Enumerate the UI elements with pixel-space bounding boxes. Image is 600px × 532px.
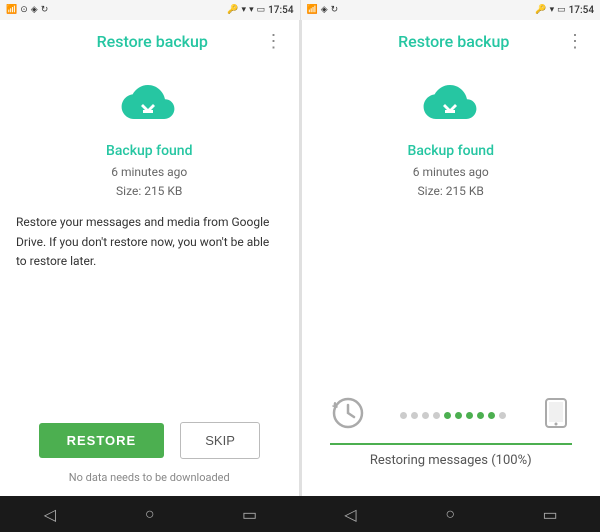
left-backup-meta: 6 minutes ago Size: 215 KB: [111, 163, 187, 201]
progress-dots: [374, 412, 533, 419]
progress-dot-8: [488, 412, 495, 419]
skip-button[interactable]: SKIP: [180, 422, 260, 459]
restoring-label: Restoring messages (100%): [370, 453, 532, 468]
home-button-right[interactable]: ○: [430, 504, 470, 524]
signal-icon-right: ▾: [550, 5, 555, 15]
home-button-left[interactable]: ○: [130, 504, 170, 524]
cloud-upload-icon-left: [121, 79, 177, 127]
screen-divider: [300, 20, 301, 496]
progress-dot-9: [499, 412, 506, 419]
progress-dot-1: [411, 412, 418, 419]
left-meta-line2: Size: 215 KB: [111, 182, 187, 201]
left-screen-title: Restore backup: [40, 32, 265, 51]
recent-button-right[interactable]: ▭: [530, 505, 570, 524]
restore-button[interactable]: RESTORE: [39, 423, 165, 458]
progress-area: Restoring messages (100%): [318, 395, 585, 468]
signal-icon-left: ▾: [242, 5, 247, 15]
progress-dot-3: [433, 412, 440, 419]
key-icon-left: 🔑: [227, 5, 238, 15]
progress-dot-5: [455, 412, 462, 419]
wifi-status-left: ▾: [249, 5, 254, 15]
left-meta-line1: 6 minutes ago: [111, 163, 187, 182]
right-backup-meta: 6 minutes ago Size: 215 KB: [413, 163, 489, 201]
left-screen: Restore backup ⋮ Backup found 6 minutes …: [0, 20, 299, 496]
wifi-icon: ⊙: [20, 5, 28, 15]
right-screen-title: Restore backup: [342, 32, 567, 51]
left-backup-found: Backup found: [106, 143, 192, 159]
progress-dot-7: [477, 412, 484, 419]
right-meta-line1: 6 minutes ago: [413, 163, 489, 182]
left-status-icons-right: 📶 ◈ ↻: [307, 5, 339, 15]
time-right: 17:54: [569, 5, 594, 16]
progress-bar: [330, 443, 573, 445]
right-status-icons-left: 🔑 ▾ ▾ ▭ 17:54: [227, 5, 293, 16]
history-icon: [330, 395, 366, 435]
back-button-left[interactable]: ◁: [30, 505, 70, 524]
right-menu-button[interactable]: ⋮: [566, 33, 584, 51]
progress-row: [330, 395, 573, 435]
navigation-bar: ◁ ○ ▭ ◁ ○ ▭: [0, 496, 600, 532]
sync-icon-r: ↻: [331, 5, 339, 15]
right-meta-line2: Size: 215 KB: [413, 182, 489, 201]
battery-icon-right: ▭: [557, 5, 566, 15]
progress-dot-4: [444, 412, 451, 419]
left-status-icons-left: 📶 ⊙ ◈ ↻: [6, 5, 48, 15]
progress-dot-6: [466, 412, 473, 419]
sync-icon: ↻: [41, 5, 49, 15]
phone-icon: [540, 397, 572, 433]
left-no-download: No data needs to be downloaded: [69, 471, 230, 484]
location-icon: ◈: [31, 5, 38, 15]
key-icon-right: 🔑: [535, 5, 546, 15]
sim-icon-r: 📶: [307, 5, 318, 15]
recent-button-left[interactable]: ▭: [230, 505, 270, 524]
battery-icon-left: ▭: [257, 5, 266, 15]
cloud-upload-icon-right: [423, 79, 479, 127]
right-header: Restore backup ⋮: [302, 20, 600, 59]
left-cloud-icon: [117, 71, 181, 135]
right-backup-found: Backup found: [408, 143, 494, 159]
progress-dot-0: [400, 412, 407, 419]
left-header: Restore backup ⋮: [0, 20, 299, 59]
back-button-right[interactable]: ◁: [330, 505, 370, 524]
progress-dot-2: [422, 412, 429, 419]
left-restore-description: Restore your messages and media from Goo…: [16, 213, 283, 271]
left-menu-button[interactable]: ⋮: [265, 33, 283, 51]
time-left: 17:54: [268, 5, 293, 16]
sim-icon: 📶: [6, 5, 17, 15]
left-screen-content: Backup found 6 minutes ago Size: 215 KB …: [0, 59, 299, 496]
left-buttons-row: RESTORE SKIP: [39, 422, 260, 459]
right-screen-content: Backup found 6 minutes ago Size: 215 KB: [302, 59, 600, 496]
right-cloud-icon: [419, 71, 483, 135]
right-screen: Restore backup ⋮ Backup found 6 minutes …: [302, 20, 600, 496]
location-icon-r: ◈: [321, 5, 328, 15]
right-status-icons-right: 🔑 ▾ ▭ 17:54: [535, 5, 594, 16]
